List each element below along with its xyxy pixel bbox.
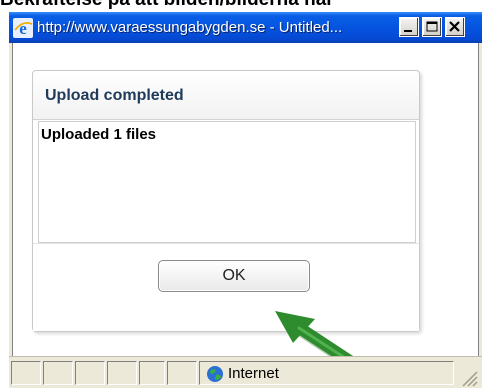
page-content: Upload completed Uploaded 1 files OK bbox=[12, 43, 479, 380]
dialog-header: Upload completed bbox=[33, 71, 419, 120]
dialog-title: Upload completed bbox=[45, 87, 184, 104]
status-pane bbox=[43, 361, 73, 385]
status-pane bbox=[75, 361, 105, 385]
minimize-icon bbox=[404, 30, 412, 32]
svg-text:e: e bbox=[19, 19, 27, 38]
title-bar[interactable]: e http://www.varaessungabygden.se - Unti… bbox=[9, 12, 482, 43]
minimize-button[interactable] bbox=[399, 17, 419, 37]
globe-icon bbox=[207, 366, 223, 382]
status-pane bbox=[167, 361, 197, 385]
resize-grip-icon[interactable] bbox=[460, 369, 478, 387]
security-zone: Internet bbox=[199, 361, 454, 385]
status-pane bbox=[107, 361, 137, 385]
close-icon bbox=[449, 21, 460, 32]
close-button[interactable] bbox=[445, 17, 465, 37]
status-pane bbox=[139, 361, 165, 385]
ok-button[interactable]: OK bbox=[158, 260, 310, 292]
page-caption: Bekräftelse på att bilden/bilderna har bbox=[0, 0, 482, 11]
status-pane bbox=[11, 361, 41, 385]
dialog-body: Uploaded 1 files bbox=[38, 121, 416, 243]
status-bar: Internet bbox=[9, 356, 482, 388]
zone-label: Internet bbox=[228, 365, 279, 382]
maximize-button[interactable] bbox=[422, 17, 442, 37]
maximize-icon bbox=[426, 21, 438, 32]
internet-explorer-icon: e bbox=[13, 18, 33, 38]
window-title: http://www.varaessungabygden.se - Untitl… bbox=[37, 19, 343, 36]
browser-popup-window: e http://www.varaessungabygden.se - Unti… bbox=[9, 12, 482, 388]
dialog-message: Uploaded 1 files bbox=[41, 126, 157, 143]
